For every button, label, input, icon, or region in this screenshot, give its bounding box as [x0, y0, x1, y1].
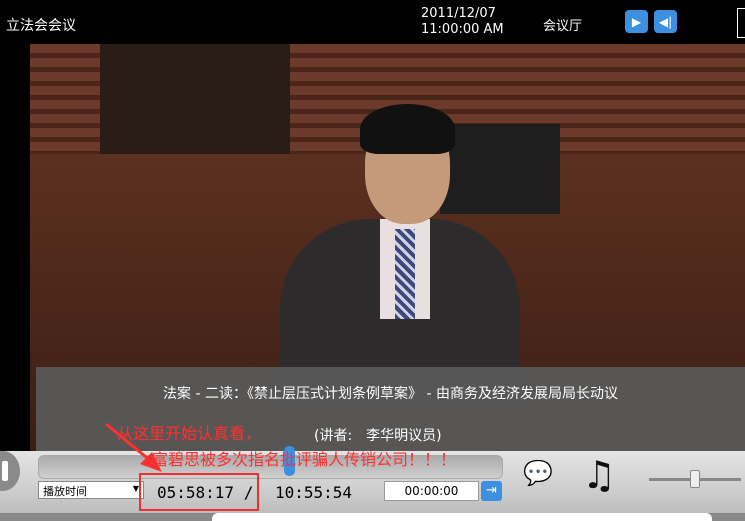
jump-button[interactable]: ⇥: [481, 481, 502, 501]
hair: [360, 104, 455, 154]
jump-time-input[interactable]: 00:00:00: [384, 481, 479, 501]
audio-icon: ◀|: [658, 14, 673, 29]
tie: [395, 229, 415, 319]
music-icon[interactable]: ♫: [582, 453, 616, 497]
venue-label: 会议厅: [543, 19, 583, 34]
bottom-panel: [212, 513, 712, 521]
annotation-line2: 富碧思被多次指名批评骗人传销公司！！！: [152, 450, 457, 469]
top-bar: 立法会会议 2011/12/07 11:00:00 AM 会议厅 ▶ ◀|: [0, 0, 745, 44]
meeting-time: 11:00:00 AM: [421, 22, 504, 37]
pause-icon: [2, 461, 8, 481]
caption-agenda: 法案 - 二读：《禁止层压式计划条例草案》 - 由商务及经济发展局局长动议: [163, 386, 618, 402]
audio-button[interactable]: ◀|: [654, 10, 677, 33]
page-bottom: [0, 513, 745, 521]
chat-icon[interactable]: 💬: [523, 459, 553, 487]
arrow-right-icon: ⇥: [486, 483, 497, 498]
annotation-arrow-icon: [105, 422, 162, 472]
play-icon: ▶: [631, 14, 642, 29]
current-time: 05:58:17 /: [157, 483, 253, 502]
total-time: 10:55:54: [275, 483, 353, 502]
page-title: 立法会会议: [6, 18, 76, 34]
pause-button[interactable]: [0, 451, 20, 491]
volume-knob[interactable]: [690, 470, 701, 488]
caption-speaker: (讲者: 李华明议员): [314, 428, 442, 444]
time-separator: /: [243, 483, 254, 502]
frame-edge: [737, 8, 745, 38]
select-value: 播放时间: [43, 485, 87, 498]
speaker-figure: [280, 104, 520, 409]
current-time-value: 05:58:17: [157, 483, 235, 502]
time-mode-select[interactable]: 播放时间 ▼: [38, 481, 144, 499]
meeting-date: 2011/12/07: [421, 6, 496, 21]
meeting-datetime: 2011/12/07 11:00:00 AM: [421, 6, 504, 38]
play-button[interactable]: ▶: [625, 10, 648, 33]
